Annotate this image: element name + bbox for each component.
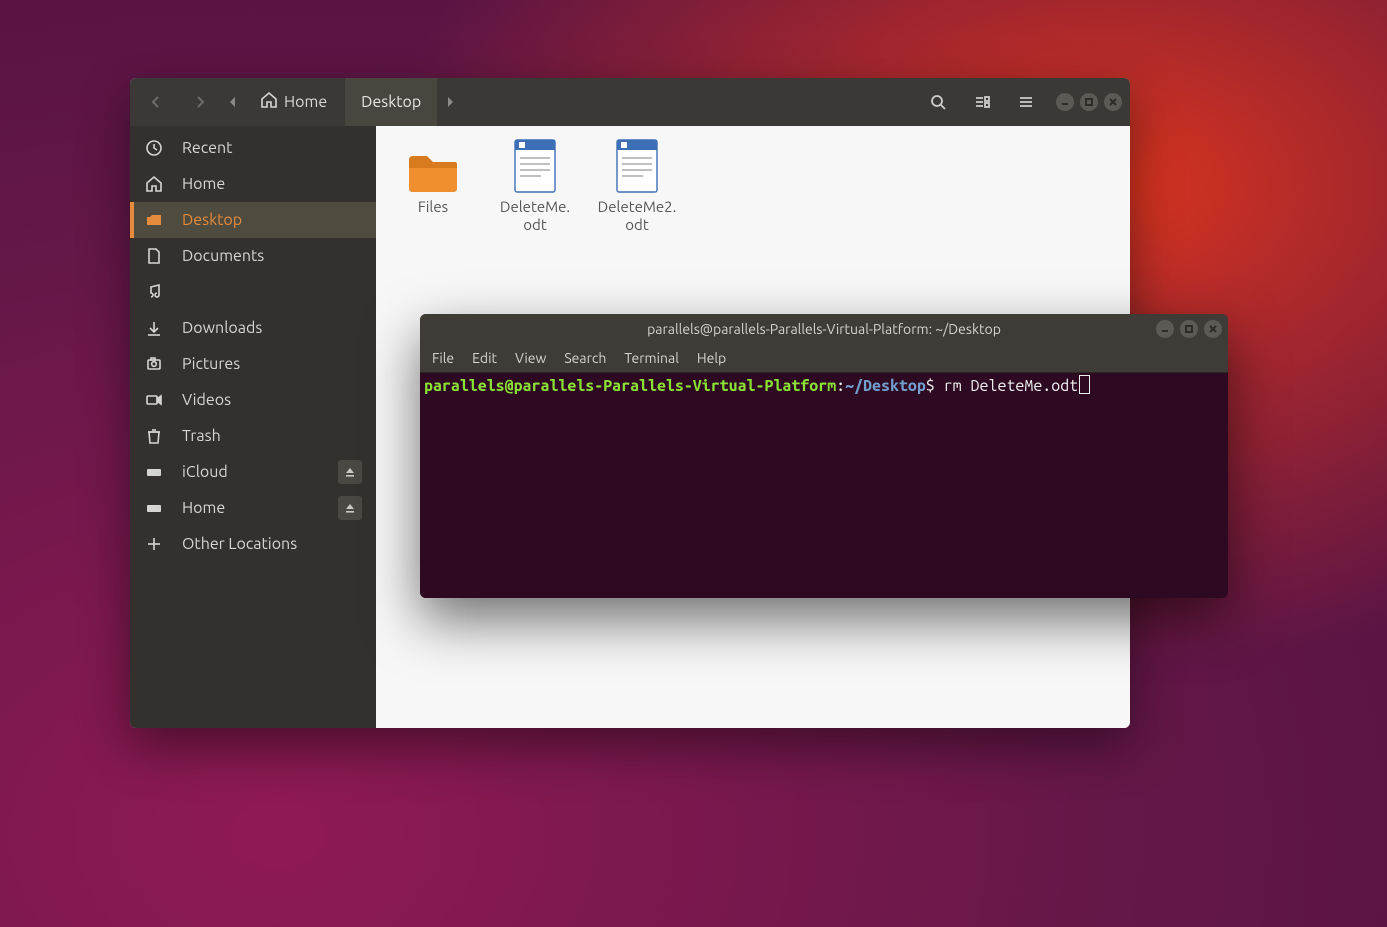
window-maximize-button[interactable]: [1080, 93, 1098, 111]
back-button[interactable]: [136, 78, 176, 126]
sidebar-item-label: Home: [182, 499, 225, 517]
folder-icon: [407, 134, 459, 194]
drive-icon: [144, 498, 164, 518]
file-tile[interactable]: Files: [382, 134, 484, 234]
forward-button[interactable]: [180, 78, 220, 126]
terminal-title: parallels@parallels-Parallels-Virtual-Pl…: [647, 321, 1001, 337]
terminal-menu-help[interactable]: Help: [697, 350, 726, 366]
sidebar-item-trash[interactable]: Trash: [130, 418, 376, 454]
terminal-menu-terminal[interactable]: Terminal: [624, 350, 679, 366]
path-separator-right: [441, 97, 459, 107]
terminal-menu-search[interactable]: Search: [564, 350, 606, 366]
file-tile[interactable]: DeleteMe.odt: [484, 134, 586, 234]
sidebar-item-home[interactable]: Home: [130, 166, 376, 202]
prompt-userhost: parallels@parallels-Parallels-Virtual-Pl…: [424, 377, 836, 395]
sidebar-item-label: Other Locations: [182, 535, 297, 553]
prompt-sep: :: [836, 377, 845, 395]
terminal-close-button[interactable]: [1204, 320, 1222, 338]
view-toggle-button[interactable]: [960, 78, 1004, 126]
sidebar-item-downloads[interactable]: Downloads: [130, 310, 376, 346]
eject-button[interactable]: [338, 496, 362, 520]
sidebar-item-videos[interactable]: Videos: [130, 382, 376, 418]
sidebar-item-label: Documents: [182, 247, 264, 265]
sidebar-item-label: Recent: [182, 139, 232, 157]
terminal-window: parallels@parallels-Parallels-Virtual-Pl…: [420, 314, 1228, 598]
file-label: Files: [418, 198, 448, 216]
sidebar-item-other-locations[interactable]: Other Locations: [130, 526, 376, 562]
sidebar-item-recent[interactable]: Recent: [130, 130, 376, 166]
sidebar-item-pictures[interactable]: Pictures: [130, 346, 376, 382]
sidebar-item-music[interactable]: [130, 274, 376, 310]
sidebar-item-label: Trash: [182, 427, 221, 445]
terminal-body[interactable]: parallels@parallels-Parallels-Virtual-Pl…: [420, 373, 1228, 598]
other-icon: [144, 534, 164, 554]
prompt-sigil: $: [926, 377, 935, 395]
recent-icon: [144, 138, 164, 158]
terminal-menu-edit[interactable]: Edit: [472, 350, 497, 366]
documents-icon: [144, 246, 164, 266]
terminal-menubar: File Edit View Search Terminal Help: [420, 344, 1228, 373]
pictures-icon: [144, 354, 164, 374]
breadcrumb-current-label: Desktop: [361, 93, 421, 111]
search-button[interactable]: [916, 78, 960, 126]
sidebar: Recent Home Desktop Documents Downloads Pictu…: [130, 126, 376, 728]
file-label: DeleteMe2.odt: [598, 198, 677, 234]
terminal-command: rm DeleteMe.odt: [944, 377, 1078, 395]
terminal-maximize-button[interactable]: [1180, 320, 1198, 338]
trash-icon: [144, 426, 164, 446]
terminal-menu-file[interactable]: File: [432, 350, 454, 366]
sidebar-item-desktop[interactable]: Desktop: [130, 202, 376, 238]
hamburger-menu-button[interactable]: [1004, 78, 1048, 126]
path-separator-left: [224, 97, 242, 107]
sidebar-item-label: Desktop: [182, 211, 242, 229]
breadcrumb-current[interactable]: Desktop: [345, 78, 437, 126]
file-tile[interactable]: DeleteMe2.odt: [586, 134, 688, 234]
desktop-icon: [144, 210, 164, 230]
breadcrumb-home-label: Home: [284, 93, 327, 111]
sidebar-item-label: Videos: [182, 391, 231, 409]
sidebar-item-label: Home: [182, 175, 225, 193]
sidebar-item-label: Downloads: [182, 319, 262, 337]
file-label: DeleteMe.odt: [500, 198, 570, 234]
document-icon: [613, 134, 661, 194]
nautilus-header: Home Desktop: [130, 78, 1130, 126]
terminal-cursor: [1079, 375, 1090, 394]
terminal-menu-view[interactable]: View: [515, 350, 546, 366]
eject-button[interactable]: [338, 460, 362, 484]
videos-icon: [144, 390, 164, 410]
window-close-button[interactable]: [1104, 93, 1122, 111]
sidebar-item-home[interactable]: Home: [130, 490, 376, 526]
terminal-minimize-button[interactable]: [1156, 320, 1174, 338]
document-icon: [511, 134, 559, 194]
sidebar-item-label: Pictures: [182, 355, 240, 373]
window-minimize-button[interactable]: [1056, 93, 1074, 111]
sidebar-item-label: iCloud: [182, 463, 228, 481]
home-icon: [144, 174, 164, 194]
home-icon: [260, 91, 278, 113]
terminal-titlebar[interactable]: parallels@parallels-Parallels-Virtual-Pl…: [420, 314, 1228, 344]
breadcrumb-home[interactable]: Home: [246, 78, 341, 126]
sidebar-item-documents[interactable]: Documents: [130, 238, 376, 274]
drive-icon: [144, 462, 164, 482]
sidebar-item-icloud[interactable]: iCloud: [130, 454, 376, 490]
downloads-icon: [144, 318, 164, 338]
prompt-path: ~/Desktop: [845, 377, 926, 395]
music-icon: [144, 282, 164, 302]
